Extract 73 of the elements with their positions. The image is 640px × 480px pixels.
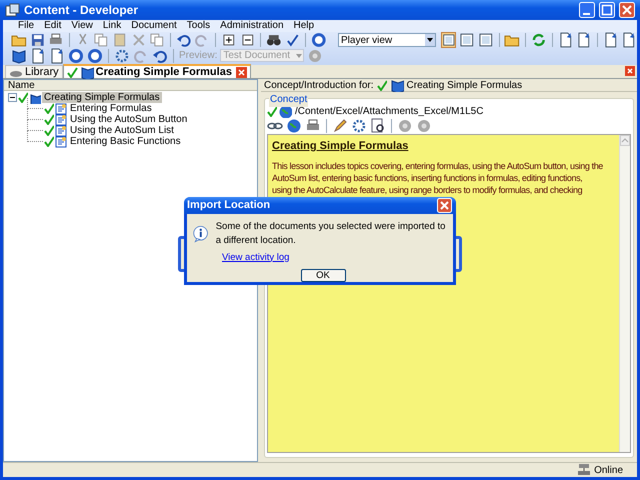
menu-item[interactable]: Administration — [215, 20, 289, 32]
binoculars-icon[interactable] — [266, 32, 282, 48]
check-mark-icon — [44, 114, 54, 125]
layout-icon[interactable] — [440, 32, 456, 48]
content-title: Creating Simple Formulas — [272, 139, 410, 154]
tree-item[interactable]: Creating Simple Formulas — [42, 92, 162, 103]
expand-icon[interactable] — [221, 32, 237, 48]
menu-item[interactable]: Document — [126, 20, 182, 32]
collapse-icon[interactable] — [240, 32, 256, 48]
tab[interactable]: Library — [5, 65, 63, 78]
check-mark-icon — [44, 136, 54, 147]
header-title: Creating Simple Formulas — [406, 78, 522, 92]
globe-icon — [278, 104, 292, 118]
menu-item[interactable]: Tools — [182, 20, 216, 32]
menu-item[interactable]: File — [13, 20, 40, 32]
file-path: /Content/Excel/Attachments_Excel/M1L5C — [295, 104, 484, 118]
group-label: Concept — [269, 92, 308, 107]
ok-button[interactable]: OK — [300, 268, 346, 282]
check-mark-icon — [267, 106, 277, 116]
dropdown-arrow-icon — [295, 52, 304, 60]
dialog-title: Import Location — [187, 198, 272, 214]
check-mark-icon — [18, 92, 28, 103]
view-select[interactable]: Player view — [338, 33, 436, 47]
close-button[interactable] — [619, 2, 635, 18]
column-header[interactable]: Name — [4, 80, 257, 91]
document-icon — [55, 114, 67, 126]
tab[interactable]: Creating Simple Formulas — [62, 64, 251, 78]
layout-icon[interactable] — [478, 32, 494, 48]
magnifier-icon[interactable] — [370, 118, 386, 134]
dropdown-arrow-icon — [426, 36, 434, 44]
undo-icon[interactable] — [176, 32, 192, 48]
check-mark-icon — [44, 103, 54, 114]
layout-icon[interactable] — [459, 32, 475, 48]
check-mark-icon — [376, 80, 387, 90]
copy-icon[interactable] — [93, 32, 110, 48]
close-button[interactable] — [437, 198, 452, 213]
close-panel-icon[interactable] — [625, 66, 635, 76]
activity-log-link[interactable]: View activity log — [222, 250, 290, 265]
header-label: Concept/Introduction for: — [264, 78, 374, 92]
document-icon — [55, 136, 67, 148]
document-icon[interactable] — [576, 32, 592, 48]
close-tab-icon[interactable] — [236, 66, 247, 78]
tree-item[interactable]: Using the AutoSum Button — [68, 114, 190, 125]
maximize-button[interactable] — [599, 2, 615, 18]
dialog-message: Some of the documents you selected were imported to a different location. — [216, 220, 446, 248]
tree-item[interactable]: Entering Basic Functions — [68, 136, 183, 147]
check-mark-icon — [66, 66, 78, 78]
network-icon — [577, 463, 592, 477]
tree-item[interactable]: Using the AutoSum List — [68, 125, 176, 136]
document-icon[interactable] — [602, 32, 618, 48]
globe-icon[interactable] — [286, 118, 302, 134]
menu-item[interactable]: Link — [98, 20, 126, 32]
menu-item[interactable]: Help — [288, 20, 320, 32]
save-icon[interactable] — [30, 32, 46, 48]
document-icon[interactable] — [558, 32, 574, 48]
menu-item[interactable]: Edit — [39, 20, 66, 32]
document-icon — [55, 124, 67, 136]
content-text: This lesson includes topics covering, entering formulas, using the AutoSum button, using the AutoSum list, entering basic functions, inserting functions in formulas, editing functions, using the AutoCalculate feature, using range borders to modify formulas, and checking — [272, 160, 603, 196]
minimize-button[interactable] — [579, 2, 595, 18]
menu-item[interactable]: View — [66, 20, 98, 32]
document-icon — [55, 102, 67, 114]
document-icon[interactable] — [30, 48, 46, 64]
refresh-icon[interactable] — [531, 32, 547, 48]
collapse-icon[interactable] — [8, 93, 17, 102]
document-icon[interactable] — [49, 48, 65, 64]
window-title: Content - Developer — [24, 2, 140, 19]
check-mark-icon — [44, 125, 54, 136]
tree-item[interactable]: Entering Formulas — [68, 103, 154, 114]
status-text: Online — [594, 464, 623, 478]
preview-label: Preview: — [179, 49, 218, 63]
copy-icon[interactable] — [149, 32, 165, 48]
info-icon — [193, 223, 210, 246]
app-icon — [5, 2, 20, 18]
